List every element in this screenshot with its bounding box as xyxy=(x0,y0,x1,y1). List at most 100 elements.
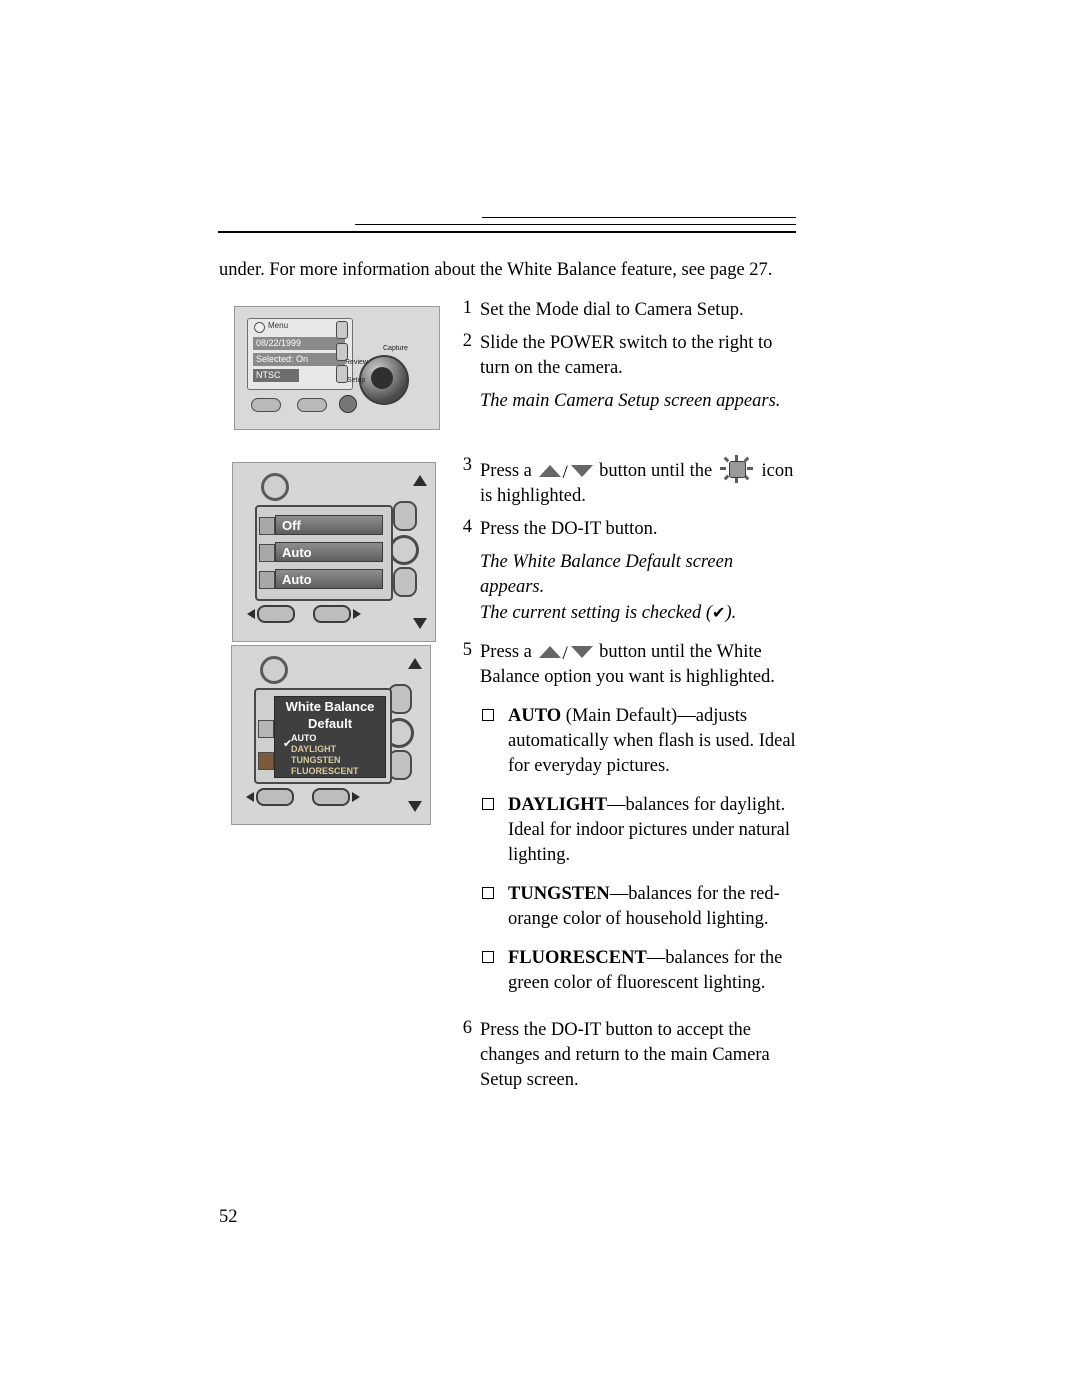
step-4: 4 Press the DO-IT button. The White Bala… xyxy=(450,517,800,626)
wb-title-line1: White Balance xyxy=(285,699,375,714)
down-triangle-icon-2 xyxy=(408,801,422,812)
step-2-text: Slide the POWER switch to the right to t… xyxy=(480,333,773,378)
camera-button-left xyxy=(251,398,281,412)
right-triangle-icon xyxy=(353,609,361,619)
wb-check-icon: ✔ xyxy=(283,737,293,750)
step-1-number: 1 xyxy=(462,298,472,318)
step-5-text-before: Press a xyxy=(480,642,532,662)
header-rule-mid xyxy=(355,224,796,225)
camera-menu-lcd: Off Auto Auto xyxy=(255,505,393,601)
step-5-number: 5 xyxy=(462,640,472,660)
camera-bottom-button-left xyxy=(257,605,295,623)
wb-panel: White Balance Default AUTO DAYLIGHT TUNG… xyxy=(274,696,386,778)
menu-row-icon-3 xyxy=(259,571,275,589)
wb-option-daylight: DAYLIGHT xyxy=(291,744,337,754)
camera-button-right xyxy=(297,398,327,412)
step-3-text-mid: button until the xyxy=(599,461,713,481)
up-triangle-icon xyxy=(413,475,427,486)
step-6: 6 Press the DO-IT button to accept the c… xyxy=(450,1018,800,1093)
step-4-note-after: ). xyxy=(725,603,737,623)
bullet-box-icon-3 xyxy=(482,887,494,899)
dial-label-capture: Capture xyxy=(383,345,408,352)
camera-bottom-button-left-2 xyxy=(256,788,294,806)
step-2-note: The main Camera Setup screen appears. xyxy=(480,391,781,411)
wb-option-fluorescent: FLUORESCENT xyxy=(291,766,359,776)
mode-dial-center xyxy=(371,367,393,389)
page-number: 52 xyxy=(219,1207,238,1227)
step-5: 5 Press a / button until the White Balan… xyxy=(450,640,800,690)
option-tungsten: TUNGSTEN—balances for the red-orange col… xyxy=(480,882,800,932)
step-1-text: Set the Mode dial to Camera Setup. xyxy=(480,300,744,320)
wb-side-icon-2 xyxy=(258,752,274,770)
left-triangle-icon-2 xyxy=(246,792,254,802)
step-3-number: 3 xyxy=(462,455,472,475)
white-balance-sun-icon xyxy=(719,455,754,483)
step-4-note-line1: The White Balance Default screen appears… xyxy=(480,552,734,597)
dial-label-setup: Setup xyxy=(347,377,366,384)
bullet-box-icon-2 xyxy=(482,798,494,810)
right-triangle-icon-2 xyxy=(352,792,360,802)
step-3: 3 Press a / button until the icon is hig… xyxy=(450,455,800,509)
wb-title-line2: Default xyxy=(307,716,353,731)
step-6-text: Press the DO-IT button to accept the cha… xyxy=(480,1020,770,1090)
lcd-row-date: 08/22/1999 xyxy=(253,337,345,350)
bullet-box-icon xyxy=(482,709,494,721)
lcd-row-selected: Selected: On xyxy=(253,353,345,366)
step-4-text: Press the DO-IT button. xyxy=(480,519,658,539)
menu-label: Menu xyxy=(268,321,289,330)
figure-menu-screen: Off Auto Auto xyxy=(232,462,436,642)
step-3-text: Press a / button until the icon is highl… xyxy=(480,455,800,509)
option-fluorescent: FLUORESCENT—balances for the green color… xyxy=(480,946,800,996)
option-auto-label: AUTO xyxy=(508,706,562,726)
camera-right-button-2 xyxy=(393,567,417,597)
option-daylight: DAYLIGHT—balances for daylight. Ideal fo… xyxy=(480,793,800,868)
camera-right-dial xyxy=(389,535,419,565)
step-2-number: 2 xyxy=(462,331,472,351)
step-2: 2 Slide the POWER switch to the right to… xyxy=(450,331,800,414)
camera-right-button-1 xyxy=(393,501,417,531)
wb-option-tungsten: TUNGSTEN xyxy=(291,755,341,765)
up-triangle-icon-2 xyxy=(408,658,422,669)
step-4-note-before: The current setting is checked ( xyxy=(480,603,713,623)
option-fluorescent-label: FLUORESCENT xyxy=(508,948,647,968)
bullet-box-icon-4 xyxy=(482,951,494,963)
camera-wheel-icon xyxy=(339,395,357,413)
step-6-number: 6 xyxy=(462,1018,472,1038)
instruction-steps: 1 Set the Mode dial to Camera Setup. 2 S… xyxy=(450,298,800,1093)
menu-row-3: Auto xyxy=(275,569,383,589)
option-daylight-label: DAYLIGHT xyxy=(508,795,608,815)
lcd-row-video: NTSC xyxy=(253,369,299,382)
step-3-text-before: Press a xyxy=(480,461,532,481)
up-down-arrow-buttons-icon-2: / xyxy=(538,643,593,664)
menu-row-icon-1 xyxy=(259,517,275,535)
header-rule-short xyxy=(482,217,796,218)
step-1: 1 Set the Mode dial to Camera Setup. xyxy=(450,298,800,323)
menu-row-2: Auto xyxy=(275,542,383,562)
figure-white-balance-screen: White Balance Default AUTO DAYLIGHT TUNG… xyxy=(231,645,431,825)
camera-bottom-button-right xyxy=(313,605,351,623)
checkmark-icon: ✔ xyxy=(712,603,726,622)
dial-label-review: Review xyxy=(345,359,368,366)
camera-lens-circle-icon xyxy=(261,473,289,501)
menu-row-1: Off xyxy=(275,515,383,535)
camera-wb-lcd: White Balance Default AUTO DAYLIGHT TUNG… xyxy=(254,688,392,784)
up-down-arrow-buttons-icon: / xyxy=(538,462,593,483)
step-4-number: 4 xyxy=(462,517,472,537)
intro-paragraph: under. For more information about the Wh… xyxy=(219,260,773,280)
header-rule-long xyxy=(218,231,796,233)
wb-side-icon-1 xyxy=(258,720,274,738)
option-tungsten-label: TUNGSTEN xyxy=(508,884,610,904)
option-auto-paren: (Main Default) xyxy=(565,706,678,726)
step-4-note-line2: The current setting is checked (✔). xyxy=(480,600,800,626)
option-auto: AUTO (Main Default)—adjusts automaticall… xyxy=(480,704,800,779)
camera-bottom-button-right-2 xyxy=(312,788,350,806)
step-5-text: Press a / button until the White Balance… xyxy=(480,640,800,690)
camera-side-button-1 xyxy=(336,321,348,339)
menu-row-icon-2 xyxy=(259,544,275,562)
down-triangle-icon xyxy=(413,618,427,629)
left-triangle-icon xyxy=(247,609,255,619)
figure-camera-setup: Menu 08/22/1999 Selected: On NTSC Captur… xyxy=(234,306,440,430)
camera-lens-circle-icon-2 xyxy=(260,656,288,684)
wb-option-auto: AUTO xyxy=(291,733,317,743)
menu-dot-icon xyxy=(254,322,265,333)
